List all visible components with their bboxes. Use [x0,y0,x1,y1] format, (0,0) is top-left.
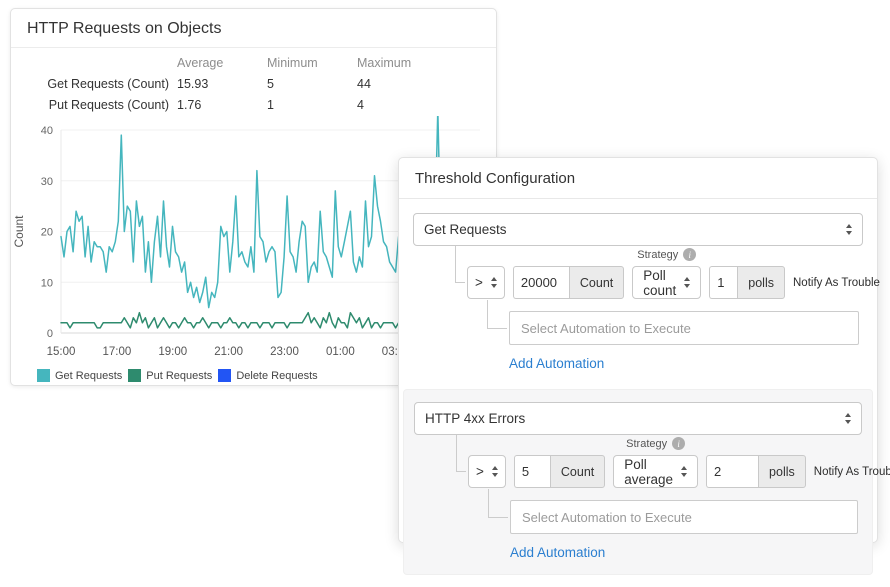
select-caret-icon [845,413,851,424]
strategy-value: Poll average [624,457,673,487]
legend-swatch-icon [37,369,50,382]
strategy-column: Strategy i Poll count [632,248,701,299]
threshold-section-http-4xx-errors: HTTP 4xx Errors > Count Strategy i [403,389,873,575]
stats-table: Average Minimum Maximum Get Requests (Co… [11,48,496,114]
stats-get-minimum: 5 [267,77,357,91]
threshold-section-get-requests: Get Requests > Count Strategy i [411,209,865,377]
stats-header-maximum: Maximum [357,56,496,70]
threshold-value-input[interactable] [514,455,550,488]
metric-select-get-requests[interactable]: Get Requests [413,213,863,246]
polls-addon: polls [758,455,806,488]
poll-count-group: polls [706,455,806,488]
add-automation-link[interactable]: Add Automation [510,545,605,560]
operator-select[interactable]: > [467,266,505,299]
poll-count-group: polls [709,266,785,299]
svg-text:19:00: 19:00 [158,346,187,358]
svg-text:15:00: 15:00 [47,346,76,358]
stats-get-maximum: 44 [357,77,496,91]
operator-value: > [476,464,484,479]
threshold-panel-title: Threshold Configuration [399,158,877,199]
legend-swatch-icon [218,369,231,382]
svg-text:10: 10 [41,277,53,289]
stats-row-label-put: Put Requests (Count) [27,98,177,112]
unit-addon: Count [550,455,605,488]
unit-addon: Count [569,266,624,299]
strategy-value: Poll count [643,268,676,298]
stats-row-label-get: Get Requests (Count) [27,77,177,91]
automation-select-input[interactable] [509,311,859,345]
operator-select[interactable]: > [468,455,506,488]
add-automation-link[interactable]: Add Automation [509,356,604,371]
connector-line [456,435,466,472]
legend-item[interactable]: Get Requests [37,369,122,382]
threshold-rule-row: > Count Strategy i Poll average [468,437,862,488]
threshold-configuration-panel: Threshold Configuration Get Requests > C… [398,157,878,543]
stats-put-minimum: 1 [267,98,357,112]
svg-text:20: 20 [41,227,53,239]
legend-swatch-icon [128,369,141,382]
threshold-rule-row: > Count Strategy i Poll count [467,248,863,299]
poll-count-input[interactable] [706,455,758,488]
y-axis-label: Count [12,215,26,248]
legend-item[interactable]: Delete Requests [218,369,317,382]
stats-header-minimum: Minimum [267,56,357,70]
metric-select-value: Get Requests [424,222,507,237]
metric-select-http-4xx-errors[interactable]: HTTP 4xx Errors [414,402,862,435]
strategy-label: Strategy [637,249,678,261]
threshold-value-group: Count [514,455,605,488]
threshold-panel-body: Get Requests > Count Strategy i [399,199,877,587]
automation-select-input[interactable] [510,500,858,534]
svg-text:0: 0 [47,328,53,340]
metric-select-value: HTTP 4xx Errors [425,411,525,426]
strategy-label-row: Strategy i [637,248,696,261]
strategy-label: Strategy [626,438,667,450]
svg-text:23:00: 23:00 [270,346,299,358]
info-icon[interactable]: i [672,437,685,450]
svg-text:17:00: 17:00 [102,346,131,358]
notify-as-trouble-label: Notify As Trouble [814,466,890,478]
operator-value: > [475,275,483,290]
svg-text:30: 30 [41,176,53,188]
connector-line [455,246,465,283]
connector-line [488,489,508,518]
threshold-value-group: Count [513,266,624,299]
select-caret-icon [684,277,690,288]
select-caret-icon [681,466,687,477]
stats-put-maximum: 4 [357,98,496,112]
strategy-label-row: Strategy i [626,437,685,450]
stats-put-average: 1.76 [177,98,267,112]
strategy-select[interactable]: Poll count [632,266,701,299]
threshold-value-input[interactable] [513,266,569,299]
svg-text:21:00: 21:00 [214,346,243,358]
select-caret-icon [491,277,497,288]
select-caret-icon [846,224,852,235]
stats-header-average: Average [177,56,267,70]
chart-panel-title: HTTP Requests on Objects [11,9,496,48]
legend-label: Put Requests [146,370,212,382]
svg-text:40: 40 [41,125,53,137]
svg-text:01:00: 01:00 [326,346,355,358]
legend-item[interactable]: Put Requests [128,369,212,382]
legend-label: Get Requests [55,370,122,382]
strategy-column: Strategy i Poll average [613,437,698,488]
stats-get-average: 15.93 [177,77,267,91]
connector-line [487,300,507,329]
strategy-select[interactable]: Poll average [613,455,698,488]
info-icon[interactable]: i [683,248,696,261]
poll-count-input[interactable] [709,266,737,299]
notify-as-trouble-label: Notify As Trouble [793,277,880,289]
legend-label: Delete Requests [236,370,317,382]
select-caret-icon [492,466,498,477]
polls-addon: polls [737,266,785,299]
